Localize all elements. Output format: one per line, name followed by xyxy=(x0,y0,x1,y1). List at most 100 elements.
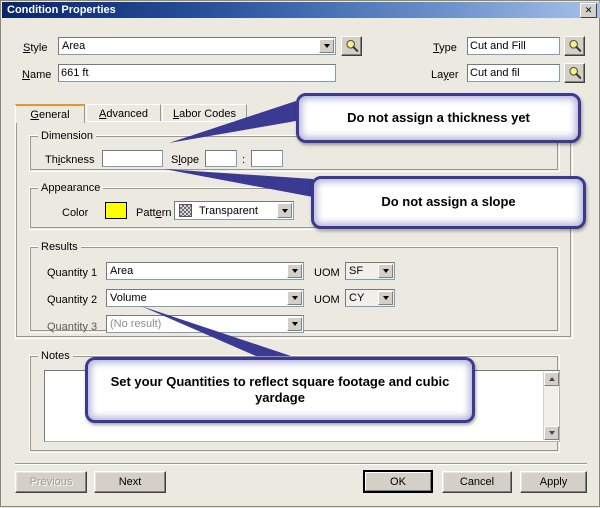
callout-quantities-text: Set your Quantities to reflect square fo… xyxy=(110,373,450,405)
chevron-down-icon[interactable] xyxy=(319,39,334,53)
callout-thickness-text: Do not assign a thickness yet xyxy=(347,109,530,125)
layer-label-head: La xyxy=(431,69,444,81)
name-input[interactable]: 661 ft xyxy=(58,64,336,82)
quantity-2-label: Quantity 2 xyxy=(47,294,98,306)
ok-button-label: OK xyxy=(390,475,406,488)
chevron-down-icon[interactable] xyxy=(287,291,302,305)
quantity-1-label: Quantity 1 xyxy=(47,267,98,279)
cancel-button[interactable]: Cancel xyxy=(442,471,512,493)
slope-label-rest: ope xyxy=(180,154,200,166)
dimension-group-label: Dimension xyxy=(38,130,96,142)
appearance-group-label: Appearance xyxy=(38,182,104,194)
next-button-label: Next xyxy=(118,476,142,488)
tab-general[interactable]: General xyxy=(15,104,85,123)
name-label-rest: ame xyxy=(29,69,52,81)
slope-label: Slope xyxy=(171,154,199,166)
quantity-3-combo[interactable]: (No result) xyxy=(106,315,304,333)
previous-button[interactable]: Previous xyxy=(15,471,87,493)
quantity-3-value: (No result) xyxy=(110,318,162,330)
quantity-2-value: Volume xyxy=(110,292,147,304)
pattern-combo[interactable]: Transparent xyxy=(174,201,294,220)
layer-label-rest: er xyxy=(448,69,459,81)
name-label: Name xyxy=(22,69,51,81)
quantity-1-combo[interactable]: Area xyxy=(106,262,304,280)
ok-button-inner: OK xyxy=(365,472,431,491)
type-label: Type xyxy=(433,42,457,54)
chevron-down-icon[interactable] xyxy=(287,317,302,331)
title-bar: Condition Properties ✕ xyxy=(2,2,600,18)
style-browse-button[interactable] xyxy=(341,36,362,56)
tab-labor-codes-rest: abor Codes xyxy=(179,107,236,120)
notes-scrollbar[interactable] xyxy=(543,372,559,440)
tab-advanced-label-wrap: Advanced xyxy=(99,108,148,120)
magnifier-icon xyxy=(345,39,358,52)
style-label: Style xyxy=(23,42,47,54)
triangle-down-icon xyxy=(548,431,555,435)
layer-browse-button[interactable] xyxy=(564,63,585,83)
type-input[interactable]: Cut and Fill xyxy=(467,37,560,55)
pattern-label: Pattern xyxy=(136,207,171,219)
uom-2-label: UOM xyxy=(314,294,340,306)
magnifier-icon xyxy=(568,39,581,52)
type-value: Cut and Fill xyxy=(470,40,526,52)
layer-label: Layer xyxy=(431,69,459,81)
checker-pattern-icon xyxy=(179,204,192,217)
tab-general-label-wrap: General xyxy=(30,109,69,121)
previous-button-label: Previous xyxy=(29,476,73,488)
chevron-down-icon[interactable] xyxy=(277,203,292,218)
thickness-label-rest: ckness xyxy=(60,154,95,166)
quantity-2-combo[interactable]: Volume xyxy=(106,289,304,307)
layer-value: Cut and fil xyxy=(470,67,520,79)
tab-advanced[interactable]: Advanced xyxy=(86,104,161,122)
slope-input-2[interactable] xyxy=(251,150,283,167)
type-label-rest: ype xyxy=(439,42,457,54)
results-group-label: Results xyxy=(38,241,81,253)
name-value: 661 ft xyxy=(61,67,89,79)
type-browse-button[interactable] xyxy=(564,36,585,56)
uom-2-value: CY xyxy=(349,292,365,304)
callout-quantities: Set your Quantities to reflect square fo… xyxy=(85,357,475,423)
chevron-down-icon[interactable] xyxy=(378,291,393,305)
style-label-rest: tyle xyxy=(30,42,48,54)
thickness-input[interactable] xyxy=(102,150,163,167)
chevron-down-icon[interactable] xyxy=(287,264,302,278)
pattern-value: Transparent xyxy=(199,204,258,217)
pattern-label-rest: rn xyxy=(161,207,172,219)
uom-2-combo[interactable]: CY xyxy=(345,289,395,307)
callout-thickness: Do not assign a thickness yet xyxy=(296,93,581,143)
pattern-label-head: Patt xyxy=(136,207,156,219)
name-label-accel: N xyxy=(22,69,30,81)
slope-separator: : xyxy=(242,154,246,166)
next-button[interactable]: Next xyxy=(94,471,166,493)
color-swatch[interactable] xyxy=(105,202,127,219)
style-value: Area xyxy=(62,40,86,52)
chevron-down-icon[interactable] xyxy=(378,264,393,278)
notes-group-label: Notes xyxy=(38,350,73,362)
slope-input-1[interactable] xyxy=(205,150,237,167)
callout-slope: Do not assign a slope xyxy=(311,176,586,229)
scroll-down-button[interactable] xyxy=(544,426,559,440)
quantity-3-label: Quantity 3 xyxy=(47,321,98,333)
triangle-up-icon xyxy=(548,377,555,381)
tab-labor-codes[interactable]: Labor Codes xyxy=(162,104,247,122)
apply-button[interactable]: Apply xyxy=(520,471,587,493)
style-combo[interactable]: Area xyxy=(58,37,336,55)
condition-properties-dialog: Condition Properties ✕ Style Area Name 6… xyxy=(0,0,600,507)
layer-input[interactable]: Cut and fil xyxy=(467,64,560,82)
color-label: Color xyxy=(62,207,89,219)
tab-advanced-rest: dvanced xyxy=(106,107,148,120)
apply-button-label: Apply xyxy=(539,476,568,488)
ok-button[interactable]: OK xyxy=(363,470,433,493)
thickness-label: Thickness xyxy=(45,154,95,166)
thickness-label-head: Th xyxy=(45,154,58,166)
uom-1-combo[interactable]: SF xyxy=(345,262,395,280)
uom-1-value: SF xyxy=(349,265,364,277)
tab-general-accel: G xyxy=(30,108,39,121)
scroll-up-button[interactable] xyxy=(544,372,559,386)
tab-labor-codes-label-wrap: Labor Codes xyxy=(173,108,236,120)
quantity-1-value: Area xyxy=(110,265,134,277)
cancel-button-label: Cancel xyxy=(459,476,495,488)
close-button[interactable]: ✕ xyxy=(580,3,597,18)
uom-1-label: UOM xyxy=(314,267,340,279)
callout-slope-text: Do not assign a slope xyxy=(381,194,516,210)
